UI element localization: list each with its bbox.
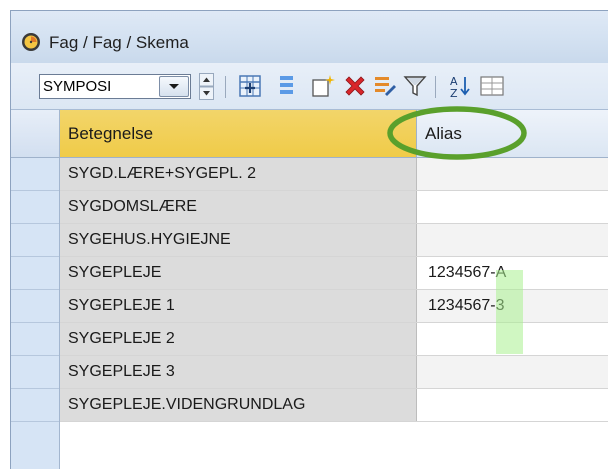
window-title: Fag / Fag / Skema — [49, 33, 189, 52]
edit-list-icon[interactable] — [372, 73, 398, 99]
chevron-down-icon — [169, 84, 179, 89]
window: Fag / Fag / Skema SYMPOSI A Z Betegnelse… — [10, 10, 608, 469]
alias-header-annotation-ellipse — [387, 106, 527, 160]
row-selector[interactable] — [11, 158, 59, 191]
spin-updown-icon[interactable] — [199, 73, 214, 100]
cell-betegnelse[interactable]: SYGD.LÆRE+SYGEPL. 2 — [60, 158, 417, 190]
row-selector[interactable] — [11, 389, 59, 422]
cell-betegnelse[interactable]: SYGEPLEJE 3 — [60, 356, 417, 388]
cell-betegnelse[interactable]: SYGEPLEJE 2 — [60, 323, 417, 355]
cell-alias[interactable] — [417, 356, 608, 388]
alias-suffix-highlight — [496, 270, 523, 354]
toolbar-separator — [435, 76, 436, 98]
clock-app-icon — [22, 33, 40, 51]
row-selector[interactable] — [11, 257, 59, 290]
cell-betegnelse[interactable]: SYGEHUS.HYGIEJNE — [60, 224, 417, 256]
table-row[interactable]: SYGEPLEJE 1234567-A — [60, 257, 608, 290]
row-selector[interactable] — [11, 191, 59, 224]
table-row[interactable]: SYGEPLEJE 3 — [60, 356, 608, 389]
table-row[interactable]: SYGEPLEJE 2 — [60, 323, 608, 356]
table-row[interactable]: SYGEPLEJE 1 1234567-3 — [60, 290, 608, 323]
filter-icon[interactable] — [402, 73, 428, 99]
select-all-cell[interactable] — [11, 110, 60, 157]
delete-icon[interactable] — [342, 73, 368, 99]
cell-alias[interactable] — [417, 389, 608, 421]
cell-betegnelse[interactable]: SYGEPLEJE — [60, 257, 417, 289]
cell-betegnelse[interactable]: SYGDOMSLÆRE — [60, 191, 417, 223]
list-icon[interactable] — [273, 73, 299, 99]
cell-alias[interactable] — [417, 191, 608, 223]
cell-betegnelse[interactable]: SYGEPLEJE.VIDENGRUNDLAG — [60, 389, 417, 421]
cell-alias[interactable] — [417, 158, 608, 190]
table-row[interactable]: SYGD.LÆRE+SYGEPL. 2 — [60, 158, 608, 191]
table-row[interactable]: SYGDOMSLÆRE — [60, 191, 608, 224]
row-selector[interactable] — [11, 224, 59, 257]
title-bar: Fag / Fag / Skema — [11, 11, 608, 63]
row-selector[interactable] — [11, 356, 59, 389]
table-row[interactable]: SYGEHUS.HYGIEJNE — [60, 224, 608, 257]
toolbar: SYMPOSI A Z — [11, 63, 608, 110]
table-row[interactable]: SYGEPLEJE.VIDENGRUNDLAG — [60, 389, 608, 422]
row-selector[interactable] — [11, 290, 59, 323]
sort-az-icon[interactable]: A Z — [447, 73, 473, 99]
toolbar-separator — [225, 76, 226, 98]
add-table-icon[interactable] — [237, 73, 263, 99]
combo-value: SYMPOSI — [43, 78, 112, 95]
row-selector[interactable] — [11, 323, 59, 356]
svg-text:Z: Z — [450, 87, 458, 99]
cell-betegnelse[interactable]: SYGEPLEJE 1 — [60, 290, 417, 322]
combo-dropdown-button[interactable] — [159, 76, 189, 97]
column-header-betegnelse[interactable]: Betegnelse — [60, 110, 417, 157]
new-item-icon[interactable] — [310, 73, 336, 99]
cell-alias[interactable] — [417, 224, 608, 256]
grid-view-icon[interactable] — [479, 73, 505, 99]
subject-combobox[interactable]: SYMPOSI — [39, 74, 191, 99]
